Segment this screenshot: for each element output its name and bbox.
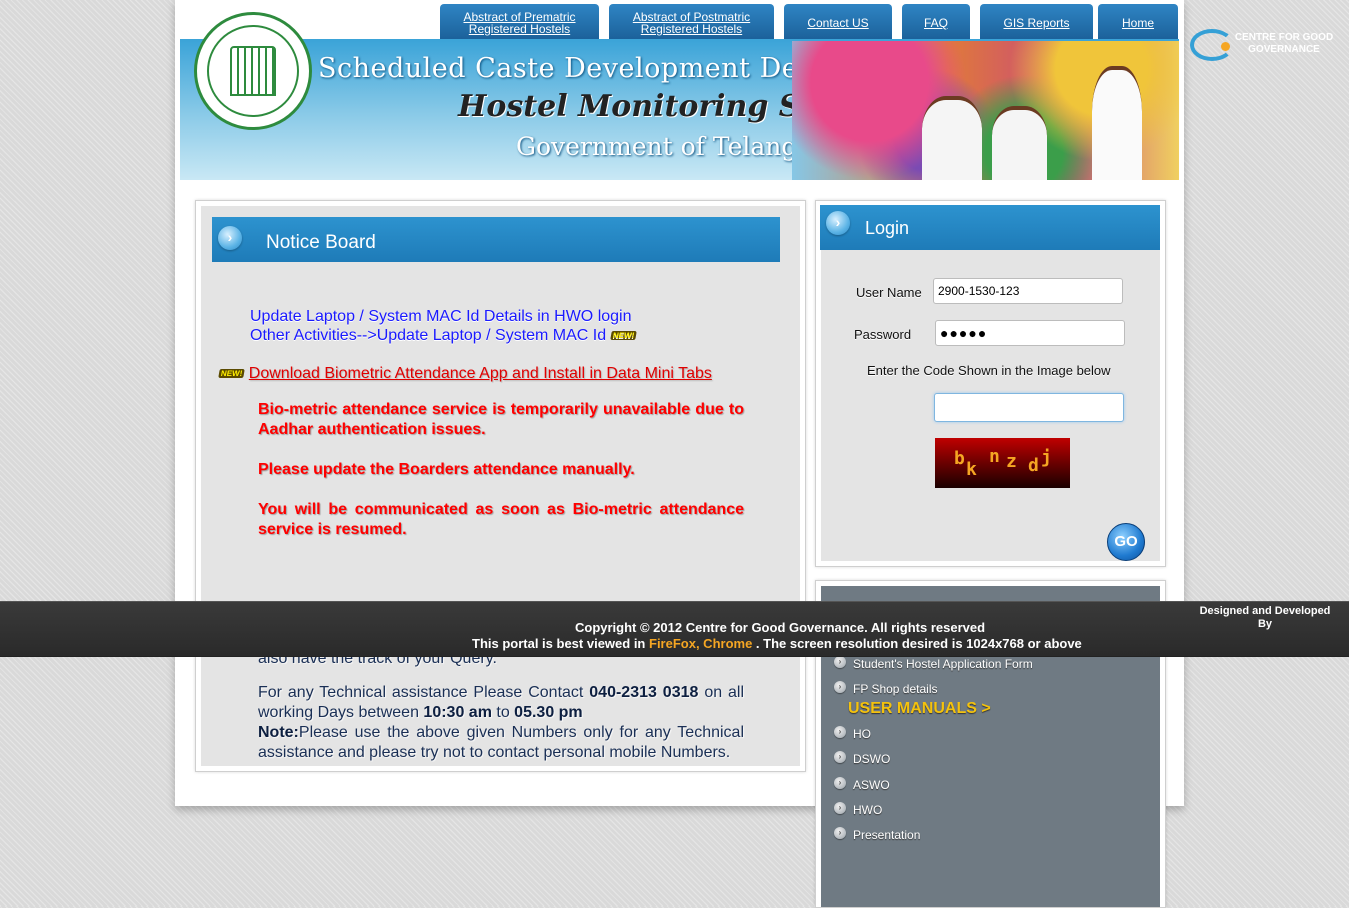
copyright-text: Copyright © 2012 Centre for Good Governa…	[575, 620, 986, 635]
login-body	[821, 206, 1160, 561]
username-label: User Name	[856, 285, 922, 300]
mac-id-notice-text: Other Activities-->Update Laptop / Syste…	[250, 327, 607, 344]
cgg-logo-dot	[1221, 42, 1230, 51]
note-body: Please use the above given Numbers only …	[258, 724, 744, 761]
nav-home[interactable]: Home	[1098, 4, 1178, 42]
seal-ring	[207, 25, 299, 117]
student-figure	[1092, 66, 1142, 180]
telangana-seal-logo	[194, 12, 312, 130]
chevron-right-icon: ›	[834, 802, 846, 814]
manual-attendance-alert: Please update the Boarders attendance ma…	[258, 461, 635, 478]
student-figure	[922, 96, 982, 180]
captcha-char: d	[1028, 455, 1039, 476]
cgg-line2: GOVERNANCE	[1248, 44, 1320, 55]
notice-board-header: › Notice Board	[212, 217, 780, 262]
nav-label: FAQ	[923, 16, 948, 30]
nav-label-line2: Registered Hostels	[640, 22, 743, 36]
new-badge-icon: NEW!	[218, 369, 246, 379]
viewed-suffix: . The screen resolution desired is 1024x…	[755, 636, 1082, 651]
time-to: to	[496, 704, 510, 721]
browser-recommendation: This portal is best viewed in FireFox, C…	[472, 636, 1082, 651]
manual-presentation[interactable]: Presentation	[853, 828, 920, 842]
nav-label-line2: Registered Hostels	[468, 22, 571, 36]
designed-by-label: Designed and Developed By	[1190, 605, 1340, 631]
time-end: 05.30 pm	[514, 704, 583, 721]
site-footer: Copyright © 2012 Centre for Good Governa…	[0, 601, 1349, 657]
captcha-char: z	[1006, 451, 1017, 472]
technical-contact-text: For any Technical assistance Please Cont…	[258, 683, 744, 723]
captcha-char: k	[966, 459, 977, 480]
students-collage-image	[792, 41, 1179, 180]
login-panel	[815, 200, 1166, 567]
mac-id-notice-line2[interactable]: Other Activities-->Update Laptop / Syste…	[250, 327, 637, 345]
chevron-right-icon: ›	[834, 726, 846, 738]
user-manuals-heading: USER MANUALS >	[848, 700, 991, 717]
login-header: › Login	[820, 205, 1160, 250]
notice-board-panel: › Notice Board Update Laptop / System MA…	[195, 200, 806, 772]
biometric-unavailable-alert: Bio-metric attendance service is tempora…	[258, 401, 744, 438]
nav-gis-reports[interactable]: GIS Reports	[980, 4, 1093, 42]
manual-hwo[interactable]: HWO	[853, 803, 882, 817]
nav-prematric-abstract[interactable]: Abstract of Prematric Registered Hostels	[440, 4, 599, 42]
notice-board-body: › Notice Board Update Laptop / System MA…	[201, 206, 800, 766]
nav-label: GIS Reports	[1003, 16, 1070, 30]
chevron-right-icon: ›	[218, 226, 242, 250]
login-title: Login	[865, 218, 910, 238]
manual-dswo[interactable]: DSWO	[853, 752, 890, 766]
viewed-prefix: This portal is best viewed in	[472, 636, 646, 651]
charminar-emblem-icon	[230, 46, 276, 96]
chevron-right-icon: ›	[826, 211, 850, 235]
student-figure	[992, 106, 1047, 180]
notice-board-title: Notice Board	[266, 232, 376, 253]
manual-ho[interactable]: HO	[853, 727, 871, 741]
captcha-input[interactable]	[934, 393, 1124, 422]
resume-communication-alert: You will be communicated as soon as Bio-…	[258, 501, 744, 538]
download-row: NEW! Download Biometric Attendance App a…	[218, 365, 712, 383]
link-fp-shop-details[interactable]: FP Shop details	[853, 682, 938, 696]
captcha-image: b k n z d j	[935, 438, 1070, 488]
contact-phone-number: 040-2313 0318	[589, 684, 699, 701]
cgg-line1: CENTRE FOR GOOD	[1234, 32, 1334, 43]
captcha-char: b	[954, 448, 965, 469]
download-biometric-app-link[interactable]: Download Biometric Attendance App and In…	[249, 365, 712, 382]
designed-line2: By	[1257, 618, 1273, 630]
captcha-char: n	[989, 446, 1000, 467]
note-label: Note:	[258, 724, 299, 741]
header-banner: Scheduled Caste Development Department H…	[180, 39, 1179, 180]
chevron-right-icon: ›	[834, 656, 846, 668]
chevron-right-icon: ›	[834, 777, 846, 789]
nav-contact-us[interactable]: Contact US	[784, 4, 892, 42]
new-badge-icon: NEW!	[609, 331, 637, 341]
browser-names: FireFox, Chrome	[649, 636, 753, 651]
password-input[interactable]: ●●●●●	[935, 320, 1125, 346]
chevron-right-icon: ›	[834, 827, 846, 839]
captcha-char: j	[1041, 447, 1052, 468]
chevron-right-icon: ›	[834, 681, 846, 693]
nav-faq[interactable]: FAQ	[902, 4, 970, 42]
time-start: 10:30 am	[423, 704, 492, 721]
cgg-logo-text: CENTRE FOR GOOD GOVERNANCE	[1233, 32, 1335, 56]
designed-line1: Designed and Developed	[1199, 605, 1331, 617]
link-student-hostel-application[interactable]: Student's Hostel Application Form	[853, 657, 1033, 671]
contact-prefix: For any Technical assistance Please Cont…	[258, 684, 584, 701]
username-input[interactable]	[933, 278, 1123, 304]
captcha-prompt: Enter the Code Shown in the Image below	[867, 363, 1111, 378]
go-button[interactable]: GO	[1107, 523, 1145, 561]
chevron-right-icon: ›	[834, 751, 846, 763]
password-label: Password	[854, 327, 912, 342]
manual-aswo[interactable]: ASWO	[853, 778, 890, 792]
nav-label: Contact US	[807, 16, 869, 30]
note-text: Note:Please use the above given Numbers …	[258, 723, 744, 763]
nav-postmatric-abstract[interactable]: Abstract of Postmatric Registered Hostel…	[609, 4, 774, 42]
mac-id-notice-line1[interactable]: Update Laptop / System MAC Id Details in…	[250, 308, 632, 326]
nav-label: Home	[1121, 16, 1154, 30]
